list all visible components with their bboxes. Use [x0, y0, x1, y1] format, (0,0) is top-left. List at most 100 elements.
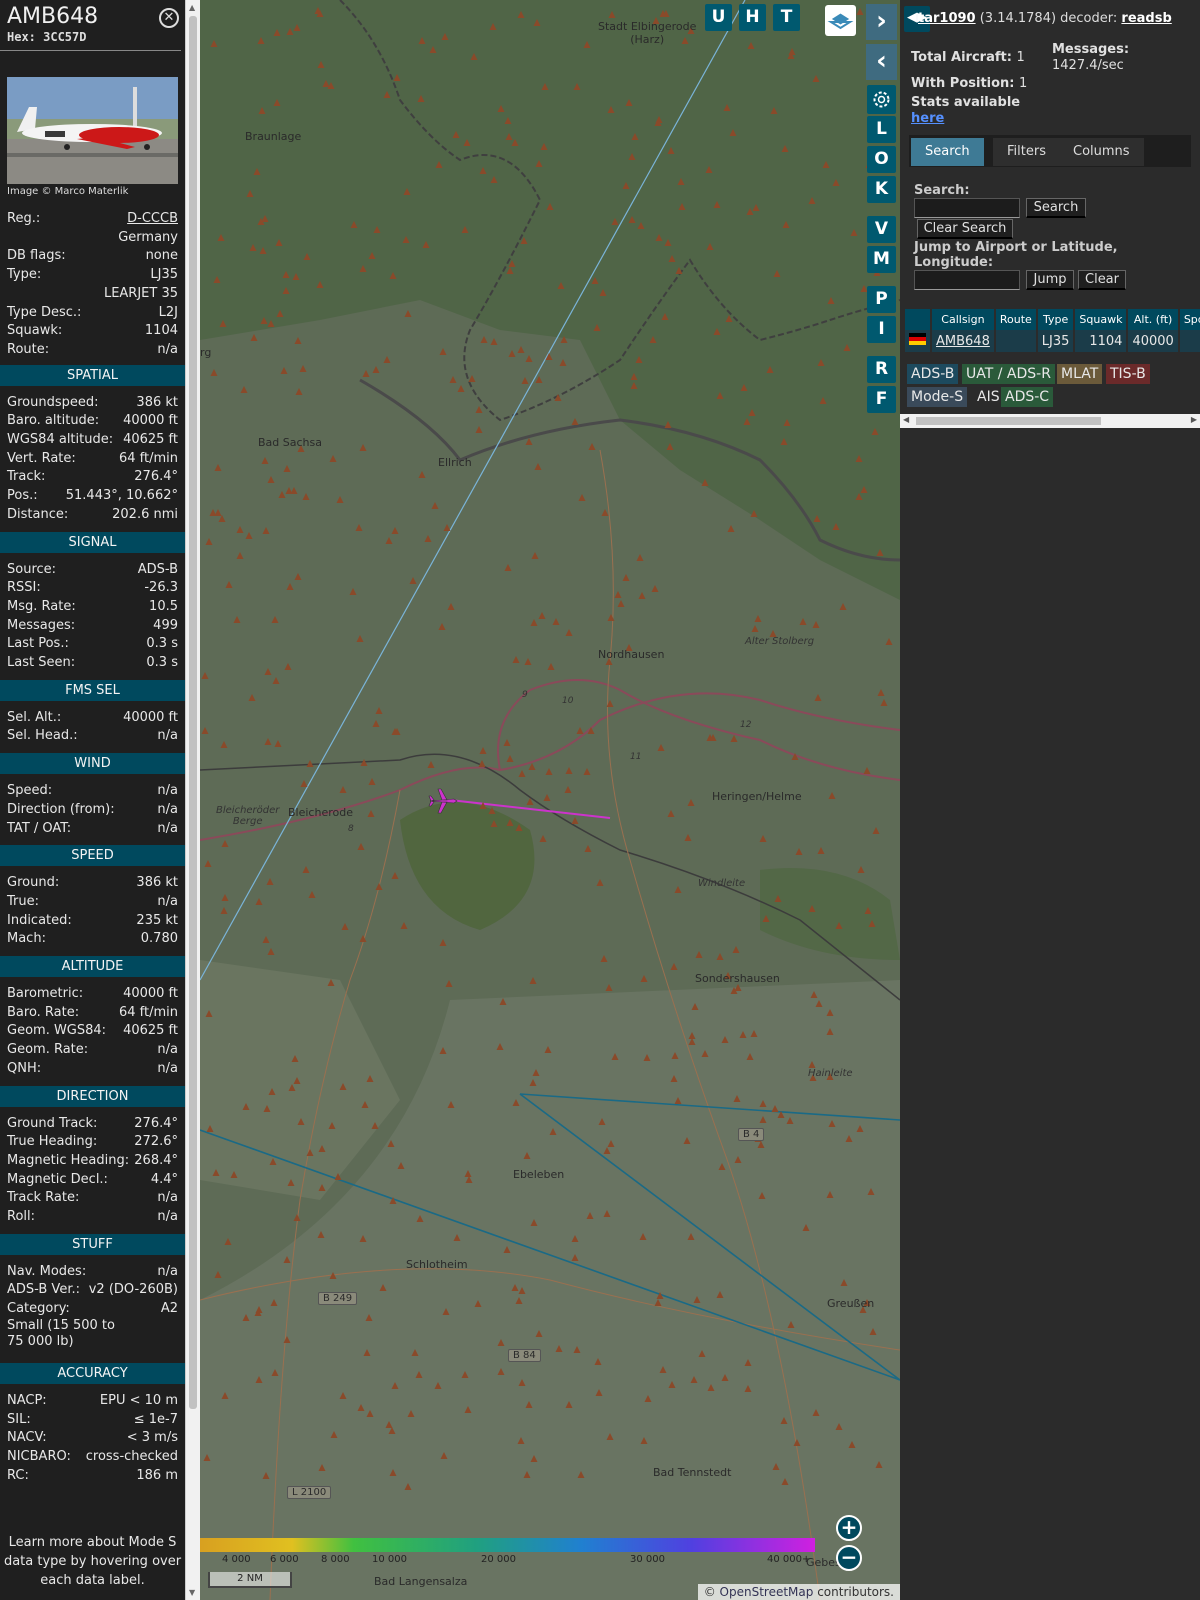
info-row-label[interactable]: Track Rate:: [7, 1188, 79, 1207]
info-row-label[interactable]: Track:: [7, 467, 45, 486]
info-row-label[interactable]: Pos.:: [7, 486, 38, 505]
info-row-value[interactable]: D-CCCB: [127, 209, 178, 228]
map-button-t[interactable]: T: [773, 4, 800, 31]
column-header[interactable]: Spd.: [1178, 309, 1200, 330]
info-row-label[interactable]: Small (15 500 to 75 000 lb): [7, 1318, 117, 1350]
column-header[interactable]: Squawk: [1074, 309, 1129, 330]
scroll-right-icon[interactable]: ▶: [1191, 415, 1197, 424]
info-row-label[interactable]: Ground Track:: [7, 1114, 97, 1133]
info-row-label[interactable]: DB flags:: [7, 246, 66, 265]
settings-button[interactable]: [867, 85, 896, 114]
osm-link[interactable]: OpenStreetMap: [720, 1585, 814, 1599]
map-button-v[interactable]: V: [867, 216, 896, 243]
stats-link[interactable]: here: [911, 111, 944, 126]
info-row-label[interactable]: Indicated:: [7, 911, 72, 930]
map-button-h[interactable]: H: [739, 4, 766, 31]
map-button-i[interactable]: I: [867, 316, 896, 343]
info-row-label[interactable]: True:: [7, 892, 39, 911]
tab-filters[interactable]: Filters: [993, 138, 1060, 166]
tab-search[interactable]: Search: [911, 138, 984, 166]
info-row-label[interactable]: Groundspeed:: [7, 393, 98, 412]
info-row-label[interactable]: Vert. Rate:: [7, 449, 76, 468]
zoom-out-button[interactable]: −: [836, 1545, 862, 1571]
collapse-sidebar-button[interactable]: ‹: [866, 44, 897, 80]
map-button-p[interactable]: P: [867, 286, 896, 313]
layers-button[interactable]: [825, 5, 856, 36]
column-header[interactable]: Route: [994, 309, 1038, 330]
map-button-k[interactable]: K: [867, 176, 896, 203]
table-row[interactable]: AMB648 LJ35 1104 40000: [905, 330, 1200, 352]
info-row-label[interactable]: TAT / OAT:: [7, 819, 71, 838]
info-scrollbar[interactable]: ▲ ▼: [185, 0, 200, 1600]
map-button-u[interactable]: U: [705, 4, 732, 31]
column-header[interactable]: Type: [1036, 309, 1076, 330]
clear-search-button[interactable]: Clear Search: [917, 219, 1013, 239]
map-button-f[interactable]: F: [867, 386, 896, 413]
info-row-label[interactable]: Speed:: [7, 781, 52, 800]
column-header[interactable]: Callsign: [931, 309, 996, 330]
scrollbar-thumb[interactable]: [189, 16, 197, 1409]
search-input[interactable]: [914, 198, 1020, 218]
info-row-label[interactable]: Distance:: [7, 505, 68, 524]
info-row-label[interactable]: Sel. Alt.:: [7, 708, 61, 727]
column-header[interactable]: Alt. (ft): [1127, 309, 1180, 330]
jump-button[interactable]: Jump: [1026, 270, 1074, 290]
jump-input[interactable]: [914, 270, 1020, 290]
info-row-label[interactable]: Nav. Modes:: [7, 1262, 86, 1281]
info-row-label[interactable]: WGS84 altitude:: [7, 430, 113, 449]
column-header[interactable]: [905, 309, 932, 330]
info-row-label[interactable]: Magnetic Heading:: [7, 1151, 129, 1170]
info-row-label[interactable]: Direction (from):: [7, 800, 115, 819]
callsign-cell[interactable]: AMB648: [931, 330, 996, 352]
info-row-label[interactable]: ADS-B Ver.:: [7, 1280, 80, 1299]
search-button[interactable]: Search: [1026, 198, 1086, 218]
info-row-label[interactable]: Roll:: [7, 1207, 35, 1226]
info-row-label[interactable]: Type:: [7, 265, 41, 284]
map-button-r[interactable]: R: [867, 356, 896, 383]
tab-columns[interactable]: Columns: [1059, 138, 1144, 166]
info-row-label[interactable]: Squawk:: [7, 321, 62, 340]
info-row-label[interactable]: RSSI:: [7, 578, 41, 597]
info-row-label[interactable]: True Heading:: [7, 1132, 97, 1151]
info-row-label[interactable]: Type Desc.:: [7, 303, 81, 322]
scroll-left-icon[interactable]: ◀: [903, 415, 909, 424]
info-row-label[interactable]: Geom. Rate:: [7, 1040, 88, 1059]
info-row-label[interactable]: NACP:: [7, 1391, 47, 1410]
info-row-label[interactable]: Barometric:: [7, 984, 83, 1003]
zoom-in-button[interactable]: +: [836, 1515, 862, 1541]
info-row-label[interactable]: Route:: [7, 340, 49, 359]
info-row-label[interactable]: QNH:: [7, 1059, 41, 1078]
table-scrollbar-thumb[interactable]: [916, 417, 1101, 425]
info-row-label[interactable]: Last Pos.:: [7, 634, 69, 653]
info-row-label[interactable]: Source:: [7, 560, 56, 579]
info-row-label[interactable]: Baro. Rate:: [7, 1003, 79, 1022]
info-row-label[interactable]: NICBARO:: [7, 1447, 71, 1466]
close-icon[interactable]: ✕: [159, 8, 179, 28]
info-row-label[interactable]: Last Seen:: [7, 653, 75, 672]
clear-jump-button[interactable]: Clear: [1078, 270, 1126, 290]
info-row-label[interactable]: RC:: [7, 1466, 29, 1485]
map-button-m[interactable]: M: [867, 246, 896, 273]
info-row-label[interactable]: Reg.:: [7, 209, 40, 228]
info-row-label[interactable]: Ground:: [7, 873, 59, 892]
info-row-label[interactable]: NACV:: [7, 1428, 47, 1447]
table-scrollbar[interactable]: ◀ ▶: [900, 414, 1200, 428]
info-row-label[interactable]: Msg. Rate:: [7, 597, 76, 616]
info-row-label[interactable]: Category:: [7, 1299, 70, 1318]
info-row-label[interactable]: Messages:: [7, 616, 75, 635]
info-row-label[interactable]: Geom. WGS84:: [7, 1021, 106, 1040]
info-row-label[interactable]: Sel. Head.:: [7, 726, 78, 745]
map-button-l[interactable]: L: [867, 116, 896, 143]
scroll-down-icon[interactable]: ▼: [189, 1588, 195, 1597]
aircraft-photo[interactable]: [7, 77, 178, 184]
info-row-label[interactable]: Baro. altitude:: [7, 411, 99, 430]
decoder-link[interactable]: readsb: [1121, 11, 1171, 26]
scroll-up-icon[interactable]: ▲: [189, 3, 195, 12]
info-row-label[interactable]: Magnetic Decl.:: [7, 1170, 108, 1189]
app-title-link[interactable]: tar1090: [918, 11, 976, 26]
info-row-label[interactable]: SIL:: [7, 1410, 31, 1429]
map-view[interactable]: Stadt Elbingerode (Harz) Braunlage Bad Sac…: [200, 0, 900, 1600]
map-button-o[interactable]: O: [867, 146, 896, 173]
callsign-link[interactable]: AMB648: [936, 334, 990, 349]
expand-sidebar-button[interactable]: ›: [866, 4, 897, 40]
